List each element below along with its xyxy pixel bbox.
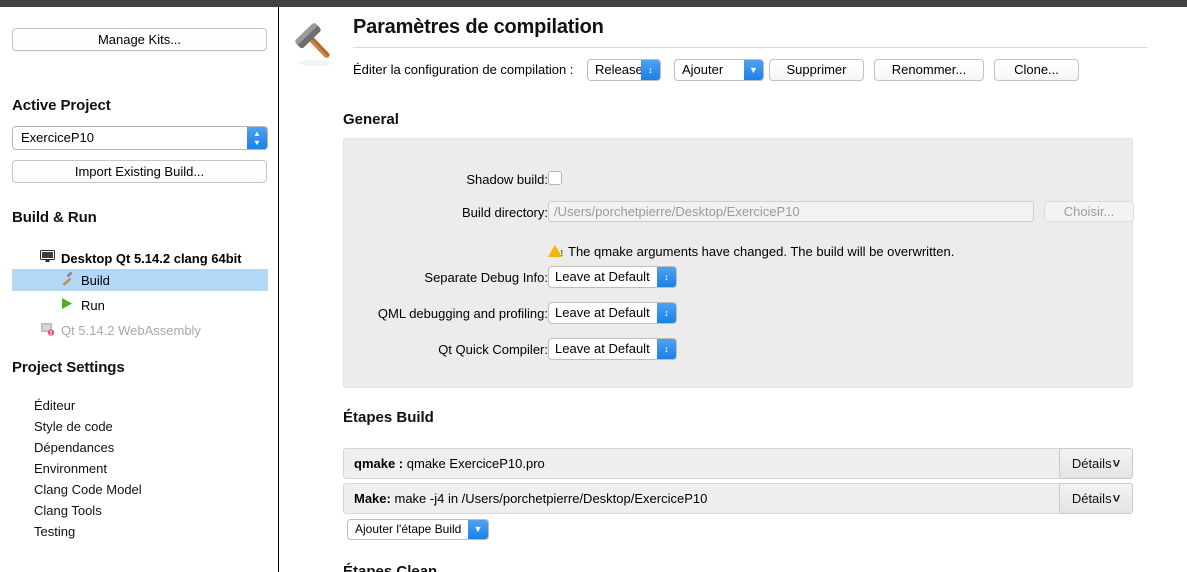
sidebar-item-run[interactable]: Run xyxy=(12,294,268,316)
edit-config-label: Éditer la configuration de compilation : xyxy=(353,62,574,77)
chevron-down-icon[interactable]: ▼ xyxy=(744,60,763,80)
build-directory-label: Build directory: xyxy=(462,205,548,220)
qml-debugging-label: QML debugging and profiling: xyxy=(377,306,548,321)
clone-configuration-button[interactable]: Clone... xyxy=(994,59,1079,81)
window-titlebar xyxy=(0,0,1187,7)
active-project-value: ExerciceP10 xyxy=(21,130,94,145)
qml-debugging-select[interactable]: Leave at Default ↕ xyxy=(548,302,677,324)
details-button[interactable]: Détails˅ xyxy=(1059,483,1133,514)
shadow-build-checkbox[interactable] xyxy=(548,171,562,185)
sidebar: Manage Kits... Active Project ExerciceP1… xyxy=(0,7,278,572)
details-label: Détails xyxy=(1071,456,1112,471)
hammer-icon xyxy=(293,21,339,67)
qt-quick-compiler-select[interactable]: Leave at Default ↕ xyxy=(548,338,677,360)
sidebar-item-label: Build xyxy=(81,272,110,288)
stepper-updown-icon[interactable]: ↕ xyxy=(657,267,676,287)
sidebar-item-testing[interactable]: Testing xyxy=(34,524,75,539)
clean-steps-heading: Étapes Clean xyxy=(343,563,438,572)
warning-triangle-icon: ! xyxy=(548,245,563,258)
details-label: Détails xyxy=(1071,491,1112,506)
manage-kits-button[interactable]: Manage Kits... xyxy=(12,28,267,51)
sidebar-item-clang-code-model[interactable]: Clang Code Model xyxy=(34,482,142,497)
build-steps-heading: Étapes Build xyxy=(343,409,434,426)
add-configuration-button[interactable]: Ajouter ▼ xyxy=(674,59,764,81)
build-step-name: qmake : xyxy=(354,456,404,471)
separate-debug-info-value: Leave at Default xyxy=(555,269,650,284)
qmake-warning-text: The qmake arguments have changed. The bu… xyxy=(568,244,955,259)
build-step-command: qmake ExerciceP10.pro xyxy=(406,456,545,471)
add-configuration-label: Ajouter xyxy=(682,62,724,77)
stepper-updown-icon[interactable]: ↕ xyxy=(657,339,676,359)
build-step-row-qmake[interactable]: qmake : qmake ExerciceP10.pro Détails˅ xyxy=(343,448,1133,479)
active-project-heading: Active Project xyxy=(12,97,111,114)
remove-configuration-button[interactable]: Supprimer xyxy=(769,59,864,81)
rename-configuration-button[interactable]: Renommer... xyxy=(874,59,984,81)
sidebar-item-style-de-code[interactable]: Style de code xyxy=(34,419,113,434)
hammer-icon xyxy=(58,271,76,289)
sidebar-item-kit-webassembly[interactable]: Qt 5.14.2 WebAssembly xyxy=(12,319,268,341)
chevron-down-icon: ˅ xyxy=(1112,456,1121,471)
general-settings-panel: Shadow build: Build directory: /Users/po… xyxy=(343,138,1134,388)
build-directory-input[interactable]: /Users/porchetpierre/Desktop/ExerciceP10 xyxy=(548,201,1034,222)
chevron-down-icon: ˅ xyxy=(1112,491,1121,506)
build-step-name: Make: xyxy=(354,491,391,506)
choose-directory-button[interactable]: Choisir... xyxy=(1044,201,1134,222)
qml-debugging-value: Leave at Default xyxy=(555,305,650,320)
stepper-updown-icon[interactable]: ↕ xyxy=(657,303,676,323)
build-configuration-select[interactable]: Release ↕ xyxy=(587,59,661,81)
active-project-select[interactable]: ExerciceP10 ▲ ▼ xyxy=(12,126,268,150)
page-title: Paramètres de compilation xyxy=(353,16,604,38)
title-divider xyxy=(353,47,1147,48)
add-build-step-label: Ajouter l'étape Build xyxy=(355,522,462,536)
build-step-row-make[interactable]: Make: make -j4 in /Users/porchetpierre/D… xyxy=(343,483,1133,514)
sidebar-item-editeur[interactable]: Éditeur xyxy=(34,398,75,413)
separate-debug-info-label: Separate Debug Info: xyxy=(424,270,548,285)
sidebar-item-label: Run xyxy=(81,297,105,313)
details-button[interactable]: Détails˅ xyxy=(1059,448,1133,479)
project-settings-heading: Project Settings xyxy=(12,359,125,376)
qt-quick-compiler-value: Leave at Default xyxy=(555,341,650,356)
sidebar-item-label: Desktop Qt 5.14.2 clang 64bit xyxy=(61,250,242,266)
sidebar-item-clang-tools[interactable]: Clang Tools xyxy=(34,503,102,518)
separate-debug-info-select[interactable]: Leave at Default ↕ xyxy=(548,266,677,288)
sidebar-item-environment[interactable]: Environment xyxy=(34,461,107,476)
shadow-build-label: Shadow build: xyxy=(466,172,548,187)
add-build-step-button[interactable]: Ajouter l'étape Build ▼ xyxy=(347,519,489,540)
qt-creator-build-settings-window: Manage Kits... Active Project ExerciceP1… xyxy=(0,0,1187,572)
build-step-text: qmake : qmake ExerciceP10.pro xyxy=(354,456,545,471)
build-step-command: make -j4 in /Users/porchetpierre/Desktop… xyxy=(394,491,708,506)
stepper-updown-icon[interactable]: ↕ xyxy=(641,60,660,80)
sidebar-item-kit-desktop[interactable]: Desktop Qt 5.14.2 clang 64bit xyxy=(12,247,268,269)
build-run-heading: Build & Run xyxy=(12,209,97,226)
main-content: Paramètres de compilation Éditer la conf… xyxy=(279,7,1187,572)
stepper-updown-icon[interactable]: ▲ ▼ xyxy=(247,127,267,149)
webassembly-error-icon xyxy=(38,322,56,339)
chevron-down-icon[interactable]: ▼ xyxy=(468,520,488,539)
sidebar-item-dependances[interactable]: Dépendances xyxy=(34,440,114,455)
sidebar-item-build[interactable]: Build xyxy=(12,269,268,291)
qt-quick-compiler-label: Qt Quick Compiler: xyxy=(438,342,548,357)
build-step-text: Make: make -j4 in /Users/porchetpierre/D… xyxy=(354,491,707,506)
general-section-heading: General xyxy=(343,111,399,128)
build-configuration-value: Release xyxy=(595,62,643,77)
play-triangle-icon xyxy=(58,297,76,313)
desktop-monitor-icon xyxy=(38,250,56,266)
import-existing-build-button[interactable]: Import Existing Build... xyxy=(12,160,267,183)
sidebar-item-label: Qt 5.14.2 WebAssembly xyxy=(61,322,201,338)
